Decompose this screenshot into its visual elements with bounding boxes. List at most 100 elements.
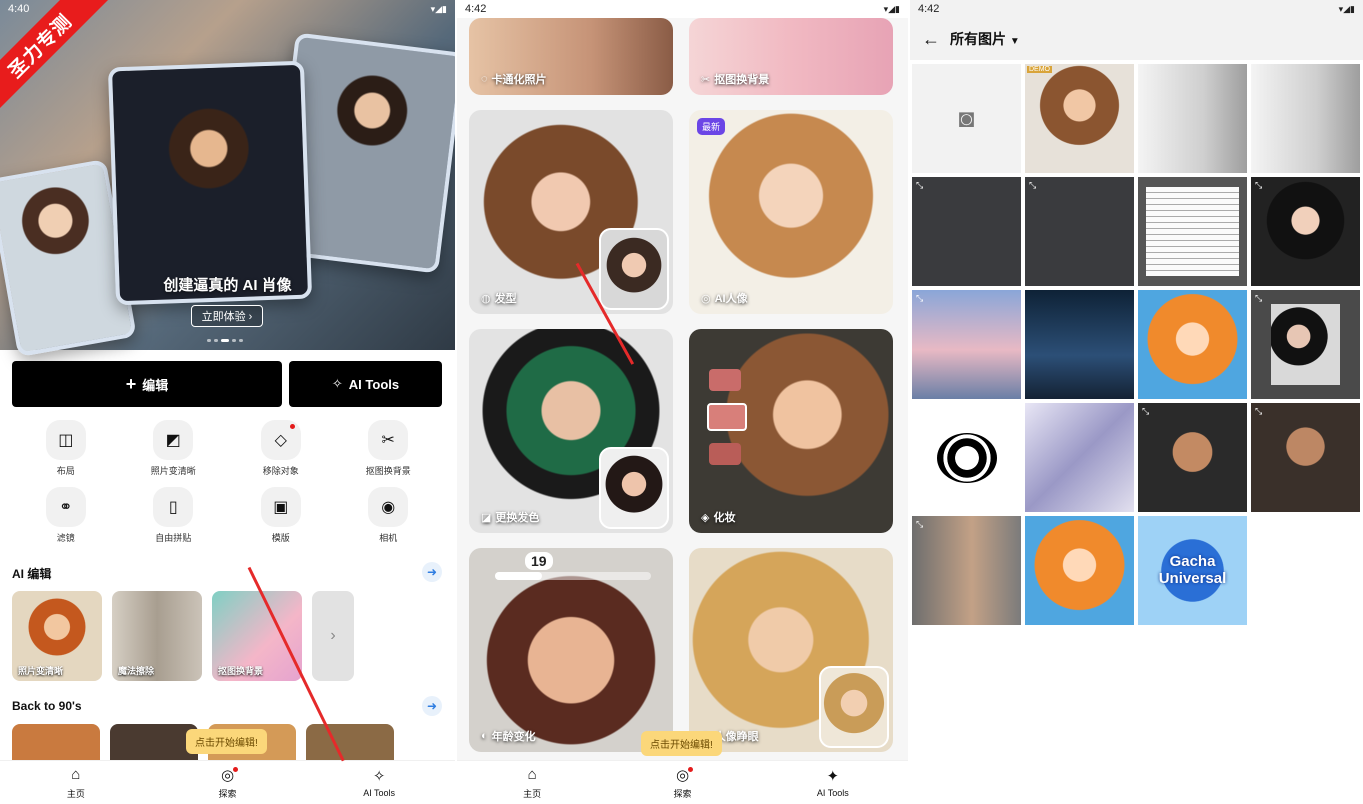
eraser-icon: ◇ [260,420,301,460]
photo-tile[interactable]: DEMO [1025,64,1134,173]
chevron-right-icon: › [330,627,336,644]
cartoon-icon: ◌ [481,73,488,85]
photo-tile[interactable]: ⤡ [912,516,1021,625]
photo-tile[interactable] [1138,64,1247,173]
status-time: 4:42 [918,3,940,15]
album-selector[interactable]: 所有图片 ▼ [950,29,1020,49]
photo-grid: ◙ DEMO ⤡ ⤡ ⤡ ⤡ ⤡ ⤡ ⤡ ⤡ Gacha Universal [912,64,1360,625]
tool-card-hair-color[interactable]: ◪ 更换发色 [469,329,673,533]
age-value: 19 [525,552,553,570]
tool-card-open-eyes[interactable]: ◉人像睁眼 [689,548,893,752]
bottom-nav: ⌂ 主页 ◎ 探索 ✧ AI Tools [0,760,455,804]
photo-tile[interactable] [1025,290,1134,399]
tool-card-makeup[interactable]: ◈ 化妆 [689,329,893,533]
template-icon: ▣ [260,487,301,527]
tool-card-hairstyle[interactable]: ◍ 发型 [469,110,673,314]
ai-tools-button[interactable]: ✧ AI Tools [289,361,442,407]
tool-remove-object[interactable]: ◇ 移除对象 [227,420,335,477]
bottom-nav: ⌂ 主页 ◎ 探索 ✦ AI Tools [457,760,908,804]
layout-icon: ◫ [45,420,86,460]
back90-item[interactable] [12,724,100,764]
hero-banner[interactable]: 创建逼真的 AI 肖像 立即体验 › [0,0,455,358]
back90-item[interactable] [306,724,394,764]
nav-ai-tools[interactable]: ✦ AI Tools [793,767,873,798]
tool-collage[interactable]: ▯ 自由拼贴 [120,487,228,544]
photo-tile[interactable] [1138,177,1247,286]
status-icons: ▾◢▮ [1338,3,1355,14]
tool-grid: ◫ 布局 ◩ 照片变清晰 ◇ 移除对象 ✂ 抠图换背景 ⚭ 滤镜 ▯ 自由拼贴 ▣ 模版 ◉ 相… [12,420,442,544]
back90-item[interactable] [110,724,198,764]
arrow-right-icon[interactable]: ➜ [422,562,442,582]
notification-dot [289,424,295,429]
status-icons: ▾◢▮ [430,3,447,14]
edit-button[interactable]: + 编辑 [12,361,282,407]
tool-filter[interactable]: ⚭ 滤镜 [12,487,120,544]
home-screen: 4:40 ▾◢▮ 圣力专测 创建逼真的 AI 肖像 立即体验 › + 编辑 ✧ … [0,0,455,804]
scissors-icon: ✂ [368,420,409,460]
tool-card-cartoonize[interactable]: ◌ 卡通化照片 [469,18,673,95]
photo-tile[interactable]: ⤡ [1138,403,1247,512]
tool-card-age[interactable]: 19 ◐ 年龄变化 [469,548,673,752]
photo-tile[interactable]: ⤡ [1251,290,1360,399]
age-slider[interactable] [495,572,651,580]
tool-layout[interactable]: ◫ 布局 [12,420,120,477]
try-now-button[interactable]: 立即体验 › [191,305,263,327]
back-arrow-icon[interactable]: ← [922,29,940,50]
lip-swatch [707,403,747,431]
status-bar: 4:42 ▾◢▮ [457,0,908,18]
gacha-logo-text: Gacha Universal [1158,553,1227,587]
start-edit-tooltip: 点击开始编辑! [641,731,722,756]
ai-edit-item[interactable]: 魔法擦除 [112,591,202,681]
camera-icon: ◉ [368,487,409,527]
photo-tile[interactable]: Gacha Universal [1138,516,1247,625]
photo-tile[interactable] [912,403,1021,512]
tool-camera[interactable]: ◉ 相机 [335,487,443,544]
magic-wand-icon: ✧ [331,376,343,391]
magic-wand-icon: ✦ [826,768,840,785]
dropdown-icon: ▼ [1009,36,1020,47]
nav-explore[interactable]: ◎ 探索 [642,766,722,800]
expand-icon[interactable]: ⤡ [1255,406,1262,417]
photo-tile[interactable]: ⤡ [1251,177,1360,286]
tool-template[interactable]: ▣ 模版 [227,487,335,544]
ai-edit-item[interactable]: 抠图换背景 [212,591,302,681]
arrow-right-icon[interactable]: ➜ [422,696,442,716]
filter-icon: ⚭ [45,487,86,527]
nav-ai-tools[interactable]: ✧ AI Tools [339,767,419,798]
more-button[interactable]: › [312,591,354,681]
expand-icon[interactable]: ⤡ [1255,293,1262,304]
camera-tile[interactable]: ◙ [912,64,1021,173]
expand-icon[interactable]: ⤡ [916,519,923,530]
plus-icon: + [125,373,137,394]
photo-tile[interactable]: ⤡ [912,290,1021,399]
status-time: 4:42 [465,3,487,15]
tool-enhance[interactable]: ◩ 照片变清晰 [120,420,228,477]
photo-tile[interactable] [1025,403,1134,512]
portrait-icon: ◎ [701,292,711,305]
photo-tile[interactable] [1025,516,1134,625]
expand-icon[interactable]: ⤡ [916,293,923,304]
photo-tile[interactable]: ⤡ [912,177,1021,286]
tool-card-cutout[interactable]: ✂ 抠图换背景 [689,18,893,95]
tool-card-ai-portrait[interactable]: 最新 ◎ AI人像 [689,110,893,314]
home-icon: ⌂ [527,765,537,783]
notification-dot [688,766,694,772]
nav-home[interactable]: ⌂ 主页 [492,766,572,800]
nav-home[interactable]: ⌂ 主页 [36,766,116,800]
photo-tile[interactable]: ⤡ [1025,177,1134,286]
top-bar: ← 所有图片 ▼ [910,18,1363,60]
expand-icon[interactable]: ⤡ [1142,406,1149,417]
ai-edit-item[interactable]: 照片变清晰 [12,591,102,681]
sample-thumbnail [599,228,669,310]
expand-icon[interactable]: ⤡ [1255,180,1262,191]
expand-icon[interactable]: ⤡ [1029,180,1036,191]
hair-icon: ◍ [481,292,491,305]
photo-tile[interactable] [1251,64,1360,173]
photo-tile[interactable]: ⤡ [1251,403,1360,512]
nav-explore[interactable]: ◎ 探索 [187,766,267,800]
sample-thumbnail [819,666,889,748]
photo-tile[interactable] [1138,290,1247,399]
tool-cutout[interactable]: ✂ 抠图换背景 [335,420,443,477]
expand-icon[interactable]: ⤡ [916,180,923,191]
start-edit-tooltip: 点击开始编辑! [186,729,267,754]
